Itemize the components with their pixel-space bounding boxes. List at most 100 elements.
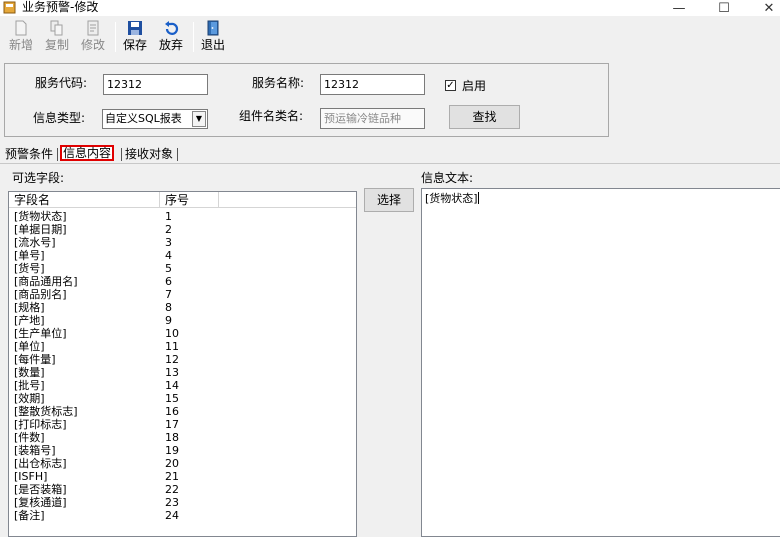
list-item[interactable]: [出仓标志] 20 — [9, 457, 356, 470]
window-title: 业务预警-修改 — [22, 0, 99, 14]
list-item[interactable]: [装箱号] 19 — [9, 444, 356, 457]
field-index-cell: 3 — [165, 236, 172, 249]
tab-info-content[interactable]: 信息内容 — [60, 145, 115, 161]
select-button[interactable]: 选择 — [364, 188, 414, 212]
column-header-field-name[interactable]: 字段名 — [9, 192, 160, 208]
list-item[interactable]: [是否装箱] 22 — [9, 483, 356, 496]
tab-recipients[interactable]: 接收对象 — [125, 145, 173, 163]
edit-button[interactable]: 修改 — [78, 20, 108, 56]
field-name-cell: [商品通用名] — [14, 275, 78, 288]
field-index-cell: 19 — [165, 444, 179, 457]
field-name-cell: [单号] — [14, 249, 45, 262]
list-item[interactable]: [单据日期] 2 — [9, 223, 356, 236]
field-name-cell: [每件量] — [14, 353, 56, 366]
list-item[interactable]: [规格] 8 — [9, 301, 356, 314]
tab-divider — [57, 148, 58, 161]
list-item[interactable]: [效期] 15 — [9, 392, 356, 405]
component-class-input[interactable]: 预运输冷链品种 — [320, 108, 425, 129]
field-name-cell: [货号] — [14, 262, 45, 275]
tab-warning-conditions[interactable]: 预警条件 — [5, 145, 53, 163]
field-name-cell: [ISFH] — [14, 470, 48, 483]
field-index-cell: 22 — [165, 483, 179, 496]
available-fields-label: 可选字段: — [12, 171, 65, 185]
field-name-cell: [单位] — [14, 340, 45, 353]
field-index-cell: 18 — [165, 431, 179, 444]
tab-strip: 预警条件 信息内容 接收对象 — [0, 145, 780, 163]
exit-label: 退出 — [200, 38, 225, 52]
save-icon — [128, 21, 142, 35]
list-item[interactable]: [整散货标志] 16 — [9, 405, 356, 418]
field-name-cell: [数量] — [14, 366, 45, 379]
field-name-cell: [产地] — [14, 314, 45, 327]
list-item[interactable]: [单位] 11 — [9, 340, 356, 353]
field-name-cell: [规格] — [14, 301, 45, 314]
list-item[interactable]: [ISFH] 21 — [9, 470, 356, 483]
list-item[interactable]: [货物状态] 1 — [9, 210, 356, 223]
service-code-label: 服务代码: — [35, 76, 88, 90]
field-index-cell: 23 — [165, 496, 179, 509]
field-index-cell: 9 — [165, 314, 172, 327]
list-item[interactable]: [每件量] 12 — [9, 353, 356, 366]
field-index-cell: 10 — [165, 327, 179, 340]
app-icon — [3, 1, 16, 14]
field-index-cell: 20 — [165, 457, 179, 470]
field-name-cell: [整散货标志] — [14, 405, 78, 418]
field-index-cell: 12 — [165, 353, 179, 366]
text-caret — [477, 192, 479, 204]
list-item[interactable]: [备注] 24 — [9, 509, 356, 522]
field-index-cell: 4 — [165, 249, 172, 262]
field-index-cell: 24 — [165, 509, 179, 522]
service-form-panel: 服务代码: 12312 服务名称: 12312 ✓ 启用 信息类型: 自定义SQ… — [4, 63, 609, 137]
close-button[interactable]: ✕ — [746, 0, 780, 16]
service-code-input[interactable]: 12312 — [103, 74, 208, 95]
edit-label: 修改 — [80, 38, 105, 52]
list-item[interactable]: [生产单位] 10 — [9, 327, 356, 340]
exit-button[interactable]: 退出 — [198, 20, 228, 56]
column-header-index[interactable]: 序号 — [160, 192, 219, 208]
field-index-cell: 1 — [165, 210, 172, 223]
list-item[interactable]: [商品通用名] 6 — [9, 275, 356, 288]
save-button[interactable]: 保存 — [120, 20, 150, 56]
field-name-cell: [效期] — [14, 392, 45, 405]
list-item[interactable]: [单号] 4 — [9, 249, 356, 262]
toolbar-separator — [193, 22, 194, 52]
list-item[interactable]: [件数] 18 — [9, 431, 356, 444]
discard-button[interactable]: 放弃 — [156, 20, 186, 56]
service-name-input[interactable]: 12312 — [320, 74, 425, 95]
field-name-cell: [流水号] — [14, 236, 56, 249]
list-item[interactable]: [打印标志] 17 — [9, 418, 356, 431]
list-item[interactable]: [复核通道] 23 — [9, 496, 356, 509]
field-name-cell: [是否装箱] — [14, 483, 67, 496]
list-item[interactable]: [商品别名] 7 — [9, 288, 356, 301]
available-fields-list[interactable]: 字段名 序号 [货物状态] 1 [单据日期] 2 [流水号] 3 [单号] 4 [货号] 5 [商品… — [8, 191, 357, 537]
exit-door-icon — [207, 20, 219, 36]
search-button[interactable]: 查找 — [449, 105, 520, 129]
info-text-value: [货物状态] — [425, 192, 478, 205]
new-label: 新增 — [8, 38, 33, 52]
info-type-select[interactable]: 自定义SQL报表 ▼ — [102, 109, 208, 129]
field-index-cell: 15 — [165, 392, 179, 405]
info-text-label: 信息文本: — [421, 171, 474, 185]
field-name-cell: [备注] — [14, 509, 45, 522]
list-item[interactable]: [货号] 5 — [9, 262, 356, 275]
list-item[interactable]: [流水号] 3 — [9, 236, 356, 249]
copy-icon — [50, 20, 63, 36]
new-button[interactable]: 新增 — [6, 20, 36, 56]
info-type-label: 信息类型: — [33, 111, 86, 125]
enabled-label: 启用 — [462, 79, 487, 93]
info-text-area[interactable]: [货物状态] — [421, 188, 780, 537]
list-item[interactable]: [产地] 9 — [9, 314, 356, 327]
list-rows: [货物状态] 1 [单据日期] 2 [流水号] 3 [单号] 4 [货号] 5 [商品通用名] 6 [商… — [9, 210, 356, 522]
field-name-cell: [装箱号] — [14, 444, 56, 457]
enabled-checkbox[interactable]: ✓ — [445, 80, 456, 91]
copy-button[interactable]: 复制 — [42, 20, 72, 56]
list-item[interactable]: [数量] 13 — [9, 366, 356, 379]
field-index-cell: 11 — [165, 340, 179, 353]
field-name-cell: [单据日期] — [14, 223, 67, 236]
minimize-button[interactable]: — — [656, 0, 702, 16]
field-name-cell: [出仓标志] — [14, 457, 67, 470]
title-bar: 业务预警-修改 — ☐ ✕ — [0, 0, 780, 16]
tab-underline — [0, 163, 780, 164]
list-item[interactable]: [批号] 14 — [9, 379, 356, 392]
maximize-button[interactable]: ☐ — [701, 0, 747, 16]
